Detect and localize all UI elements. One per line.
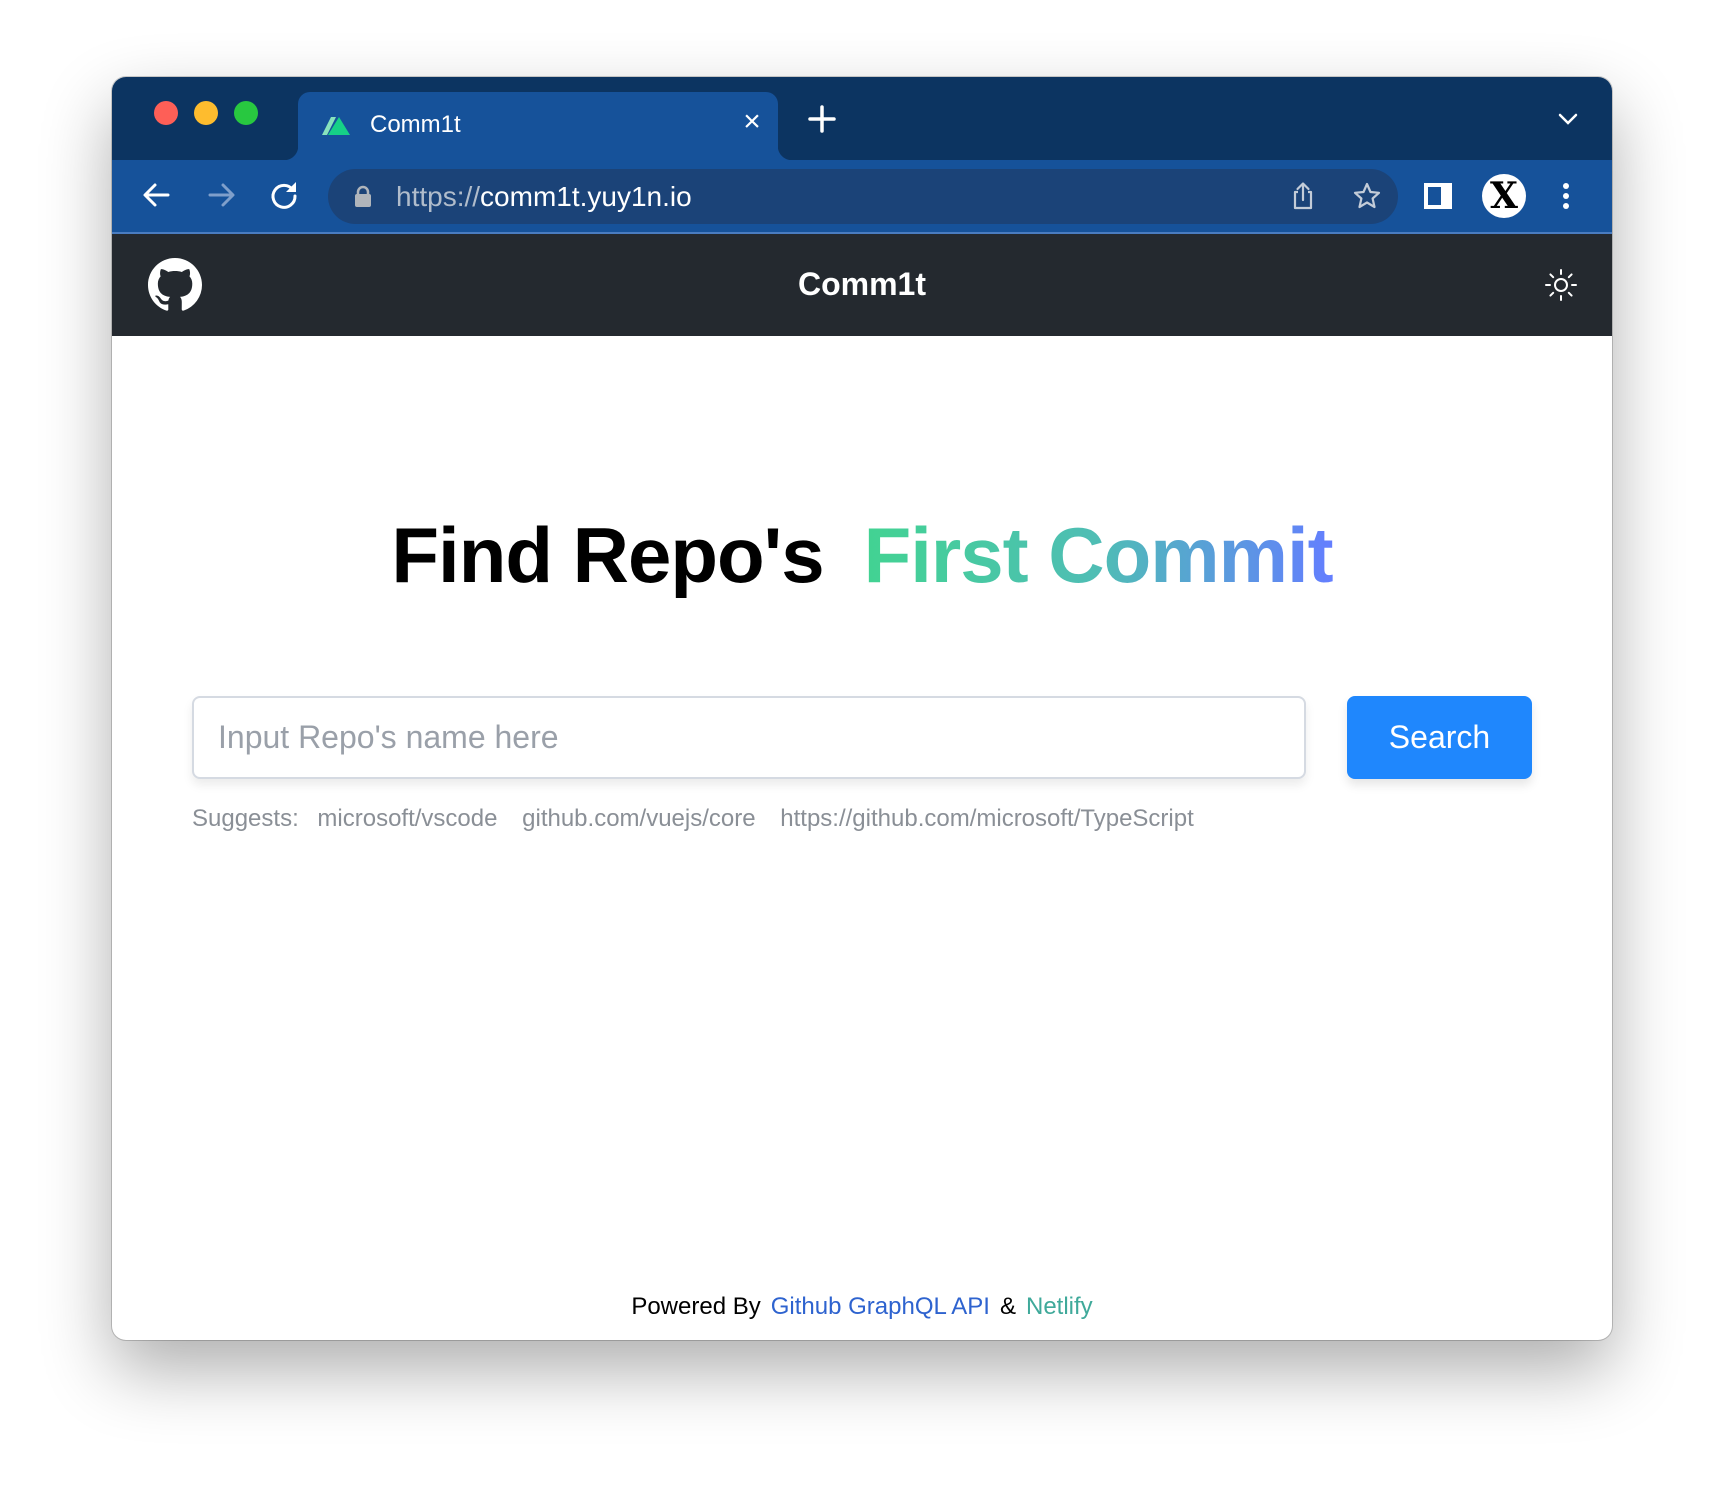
footer-separator: & (999, 1293, 1016, 1320)
kebab-menu-icon[interactable] (1546, 176, 1586, 216)
minimize-window-button[interactable] (194, 101, 218, 125)
lock-icon (355, 185, 371, 207)
search-button[interactable]: Search (1347, 696, 1532, 779)
share-icon[interactable] (1288, 181, 1318, 211)
suggestion-item[interactable]: github.com/vuejs/core (522, 805, 755, 832)
heading-first-commit: First Commit (863, 511, 1334, 599)
heading-find-repos: Find Repo's (391, 511, 824, 599)
browser-toolbar: https://comm1t.yuy1n.io X (112, 160, 1612, 234)
suggestion-item[interactable]: microsoft/vscode (317, 805, 497, 832)
reload-icon[interactable] (267, 178, 301, 212)
address-bar[interactable]: https://comm1t.yuy1n.io (328, 169, 1398, 224)
arrow-right-icon[interactable] (204, 178, 238, 212)
tab-comm1t[interactable]: Comm1t × (284, 92, 792, 160)
url-text[interactable]: https://comm1t.yuy1n.io (396, 181, 692, 213)
repo-search-input[interactable] (192, 696, 1306, 779)
close-window-button[interactable] (154, 101, 178, 125)
tab-strip: Comm1t × (112, 77, 1612, 160)
suggestions-label: Suggests: (192, 805, 299, 832)
vite-triangles-icon (322, 117, 350, 135)
suggestions: Suggests: microsoft/vscode github.com/vu… (192, 805, 1212, 833)
github-graphql-link[interactable]: Github GraphQL API (771, 1293, 990, 1320)
star-icon[interactable] (1352, 181, 1382, 211)
plus-icon[interactable] (806, 103, 838, 135)
app-title: Comm1t (797, 266, 926, 302)
maximize-window-button[interactable] (234, 101, 258, 125)
profile-avatar[interactable]: X (1482, 174, 1526, 218)
close-tab-icon[interactable]: × (738, 107, 766, 137)
app-header: Comm1t (112, 234, 1612, 336)
chevron-down-icon[interactable] (1556, 109, 1580, 129)
footer-prefix: Powered By (631, 1293, 761, 1320)
side-panel-icon[interactable] (1418, 176, 1458, 216)
page-heading: Find Repo's First Commit (0, 510, 1724, 601)
tab-title: Comm1t (370, 111, 461, 138)
arrow-left-icon[interactable] (140, 178, 174, 212)
sun-icon[interactable] (1544, 268, 1578, 302)
netlify-link[interactable]: Netlify (1026, 1293, 1093, 1320)
suggestion-item[interactable]: https://github.com/microsoft/TypeScript (780, 805, 1194, 832)
footer: Powered By Github GraphQL API & Netlify (0, 1293, 1724, 1321)
